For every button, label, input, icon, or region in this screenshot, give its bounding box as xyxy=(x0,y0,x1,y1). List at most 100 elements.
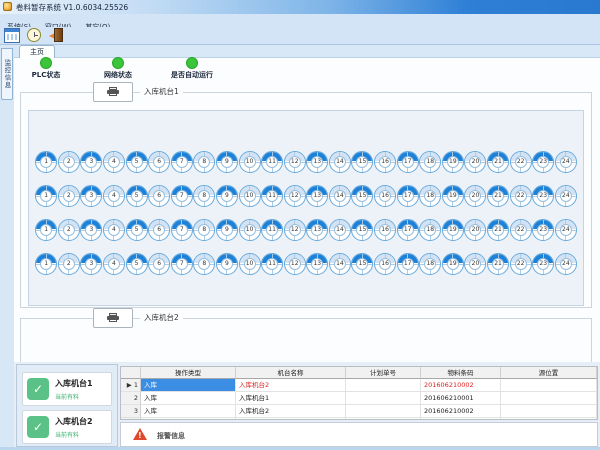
row-header-3[interactable]: 3 xyxy=(121,405,141,418)
machine-card-2[interactable]: ✓入库机台2当前有料 xyxy=(22,410,112,444)
row-header-1[interactable]: ▶ 1 xyxy=(121,379,141,392)
coil-slot-r3-13[interactable]: 13 xyxy=(306,219,328,241)
cell-r4-c1[interactable] xyxy=(236,418,346,420)
coil-slot-r2-6[interactable]: 6 xyxy=(148,185,170,207)
coil-slot-r2-5[interactable]: 5 xyxy=(126,185,148,207)
coil-slot-r2-17[interactable]: 17 xyxy=(397,185,419,207)
coil-slot-r3-4[interactable]: 4 xyxy=(103,219,125,241)
coil-slot-r4-22[interactable]: 22 xyxy=(510,253,532,275)
coil-slot-r1-7[interactable]: 7 xyxy=(171,151,193,173)
coil-slot-r3-20[interactable]: 20 xyxy=(464,219,486,241)
coil-slot-r1-13[interactable]: 13 xyxy=(306,151,328,173)
coil-slot-r2-23[interactable]: 23 xyxy=(532,185,554,207)
coil-slot-r4-18[interactable]: 18 xyxy=(419,253,441,275)
coil-slot-r2-19[interactable]: 19 xyxy=(442,185,464,207)
table-row-4[interactable]: 4 xyxy=(121,418,597,420)
coil-slot-r4-3[interactable]: 3 xyxy=(80,253,102,275)
coil-slot-r2-7[interactable]: 7 xyxy=(171,185,193,207)
column-header-3[interactable]: 物料条码 xyxy=(421,367,501,379)
cell-r4-c4[interactable] xyxy=(501,418,597,420)
cell-r1-c2[interactable] xyxy=(346,379,421,392)
cell-r3-c2[interactable] xyxy=(346,405,421,418)
calendar-icon[interactable] xyxy=(4,28,20,43)
cell-r3-c1[interactable]: 入库机台2 xyxy=(236,405,346,418)
coil-slot-r2-2[interactable]: 2 xyxy=(58,185,80,207)
coil-slot-r1-8[interactable]: 8 xyxy=(193,151,215,173)
coil-slot-r3-12[interactable]: 12 xyxy=(284,219,306,241)
table-row-2[interactable]: 2入库入库机台1 201606210001 xyxy=(121,392,597,405)
coil-slot-r2-16[interactable]: 16 xyxy=(374,185,396,207)
coil-slot-r1-2[interactable]: 2 xyxy=(58,151,80,173)
machine1-print-button[interactable] xyxy=(93,82,133,102)
coil-slot-r3-17[interactable]: 17 xyxy=(397,219,419,241)
coil-slot-r1-10[interactable]: 10 xyxy=(239,151,261,173)
coil-slot-r2-22[interactable]: 22 xyxy=(510,185,532,207)
coil-slot-r3-23[interactable]: 23 xyxy=(532,219,554,241)
coil-slot-r3-22[interactable]: 22 xyxy=(510,219,532,241)
coil-slot-r1-6[interactable]: 6 xyxy=(148,151,170,173)
coil-slot-r4-1[interactable]: 1 xyxy=(35,253,57,275)
row-header-2[interactable]: 2 xyxy=(121,392,141,405)
coil-slot-r2-3[interactable]: 3 xyxy=(80,185,102,207)
coil-slot-r4-20[interactable]: 20 xyxy=(464,253,486,275)
exit-icon[interactable] xyxy=(49,28,65,43)
column-header-4[interactable]: 源位置 xyxy=(501,367,597,379)
cell-r2-c3[interactable]: 201606210001 xyxy=(421,392,501,405)
coil-slot-r1-12[interactable]: 12 xyxy=(284,151,306,173)
coil-slot-r4-2[interactable]: 2 xyxy=(58,253,80,275)
coil-slot-r4-15[interactable]: 15 xyxy=(351,253,373,275)
coil-slot-r3-16[interactable]: 16 xyxy=(374,219,396,241)
coil-slot-r4-8[interactable]: 8 xyxy=(193,253,215,275)
coil-slot-r4-17[interactable]: 17 xyxy=(397,253,419,275)
cell-r2-c0[interactable]: 入库 xyxy=(141,392,236,405)
coil-slot-r2-8[interactable]: 8 xyxy=(193,185,215,207)
coil-slot-r1-16[interactable]: 16 xyxy=(374,151,396,173)
coil-slot-r1-23[interactable]: 23 xyxy=(532,151,554,173)
cell-r1-c0[interactable]: 入库 xyxy=(141,379,236,392)
coil-slot-r3-19[interactable]: 19 xyxy=(442,219,464,241)
cell-r3-c3[interactable]: 201606210002 xyxy=(421,405,501,418)
operation-table[interactable]: 操作类型机台名称计划单号物料条码源位置▶ 1入库入库机台220160621000… xyxy=(120,366,598,420)
cell-r4-c0[interactable] xyxy=(141,418,236,420)
coil-slot-r3-24[interactable]: 24 xyxy=(555,219,577,241)
coil-slot-r3-9[interactable]: 9 xyxy=(216,219,238,241)
cell-r3-c0[interactable]: 入库 xyxy=(141,405,236,418)
coil-slot-r4-10[interactable]: 10 xyxy=(239,253,261,275)
coil-slot-r2-13[interactable]: 13 xyxy=(306,185,328,207)
table-row-3[interactable]: 3入库入库机台2 201606210002 xyxy=(121,405,597,418)
coil-slot-r4-21[interactable]: 21 xyxy=(487,253,509,275)
coil-slot-r2-18[interactable]: 18 xyxy=(419,185,441,207)
coil-slot-r4-9[interactable]: 9 xyxy=(216,253,238,275)
coil-slot-r4-5[interactable]: 5 xyxy=(126,253,148,275)
coil-slot-r1-9[interactable]: 9 xyxy=(216,151,238,173)
cell-r1-c4[interactable] xyxy=(501,379,597,392)
coil-slot-r4-13[interactable]: 13 xyxy=(306,253,328,275)
cell-r2-c1[interactable]: 入库机台1 xyxy=(236,392,346,405)
cell-r4-c2[interactable] xyxy=(346,418,421,420)
coil-slot-r4-12[interactable]: 12 xyxy=(284,253,306,275)
coil-slot-r2-11[interactable]: 11 xyxy=(261,185,283,207)
coil-slot-r1-19[interactable]: 19 xyxy=(442,151,464,173)
coil-slot-r1-5[interactable]: 5 xyxy=(126,151,148,173)
coil-slot-r3-3[interactable]: 3 xyxy=(80,219,102,241)
column-header-0[interactable]: 操作类型 xyxy=(141,367,236,379)
coil-slot-r3-7[interactable]: 7 xyxy=(171,219,193,241)
cell-r4-c3[interactable] xyxy=(421,418,501,420)
coil-slot-r2-12[interactable]: 12 xyxy=(284,185,306,207)
coil-slot-r4-4[interactable]: 4 xyxy=(103,253,125,275)
coil-slot-r4-19[interactable]: 19 xyxy=(442,253,464,275)
coil-slot-r4-24[interactable]: 24 xyxy=(555,253,577,275)
coil-slot-r2-10[interactable]: 10 xyxy=(239,185,261,207)
coil-slot-r3-15[interactable]: 15 xyxy=(351,219,373,241)
cell-r2-c2[interactable] xyxy=(346,392,421,405)
coil-slot-r1-3[interactable]: 3 xyxy=(80,151,102,173)
coil-slot-r4-23[interactable]: 23 xyxy=(532,253,554,275)
coil-slot-r1-1[interactable]: 1 xyxy=(35,151,57,173)
coil-slot-r2-20[interactable]: 20 xyxy=(464,185,486,207)
coil-slot-r3-11[interactable]: 11 xyxy=(261,219,283,241)
coil-slot-r1-21[interactable]: 21 xyxy=(487,151,509,173)
coil-slot-r2-9[interactable]: 9 xyxy=(216,185,238,207)
coil-slot-r3-21[interactable]: 21 xyxy=(487,219,509,241)
coil-slot-r4-7[interactable]: 7 xyxy=(171,253,193,275)
coil-slot-r1-24[interactable]: 24 xyxy=(555,151,577,173)
